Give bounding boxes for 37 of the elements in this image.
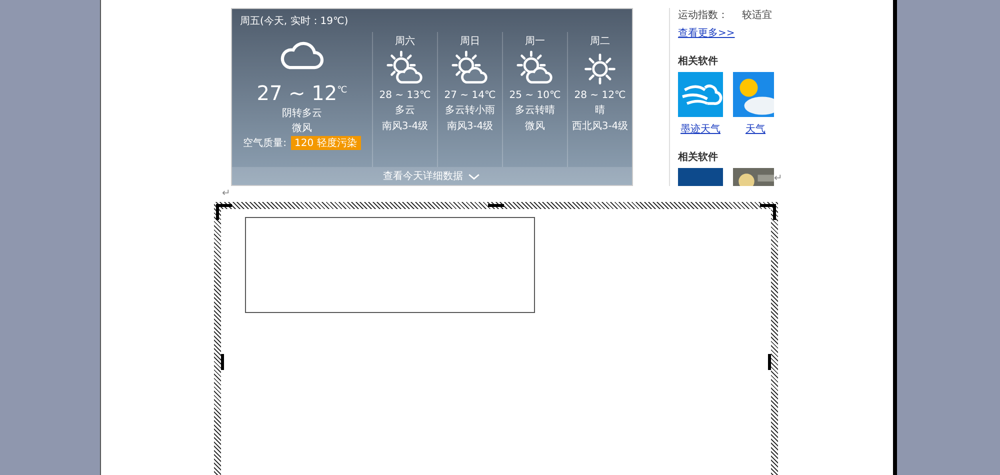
paragraph-mark: ↵	[222, 188, 232, 201]
resize-handle	[768, 354, 771, 370]
index-label: 运动指数：	[678, 8, 728, 22]
wind-text: 南风3-4级	[446, 120, 494, 133]
app-link[interactable]: 墨迹天气	[680, 122, 720, 136]
app-link[interactable]: 天气	[746, 122, 766, 136]
app-icon	[733, 72, 774, 117]
temperature-range: 27 ~ 12$^{℃}$	[256, 81, 348, 105]
day-label: 周二	[590, 35, 610, 48]
temperature-range: 28 ~ 13℃	[379, 90, 431, 101]
more-link[interactable]: 查看更多>>	[678, 26, 735, 40]
weather-condition: 多云	[395, 104, 415, 117]
wind-text: 南风3-4级	[382, 120, 428, 133]
temperature-range: 27 ~ 14℃	[444, 90, 496, 101]
day-label: 周日	[460, 35, 480, 48]
chevron-down-icon	[467, 171, 481, 181]
section-title: 相关软件	[678, 150, 719, 164]
day-label: 周六	[395, 34, 415, 48]
air-quality-label: 空气质量:	[243, 136, 287, 150]
app-icon	[678, 72, 723, 117]
weather-condition: 阴转多云	[282, 107, 322, 120]
wind-text: 西北风3-4级	[572, 120, 628, 133]
day-label: 周一	[525, 35, 545, 48]
wind-text: 微风	[525, 120, 545, 133]
weather-header: 周五(今天, 实时：19℃)	[239, 14, 350, 28]
weather-condition: 晴	[595, 104, 605, 117]
temperature-range: 28 ~ 12℃	[574, 90, 626, 101]
index-value: 较适宜	[742, 8, 772, 22]
air-quality-badge: 120 轻度污染	[290, 136, 361, 150]
resize-handle	[488, 204, 504, 207]
section-title: 相关软件	[678, 54, 719, 68]
weather-condition: 多云转晴	[515, 104, 555, 117]
weather-condition: 多云转小雨	[445, 104, 495, 117]
resize-handle	[221, 354, 224, 370]
temperature-range: 25 ~ 10℃	[509, 90, 561, 101]
wind-text: 微风	[292, 122, 312, 135]
paragraph-mark: ↵	[774, 173, 782, 184]
